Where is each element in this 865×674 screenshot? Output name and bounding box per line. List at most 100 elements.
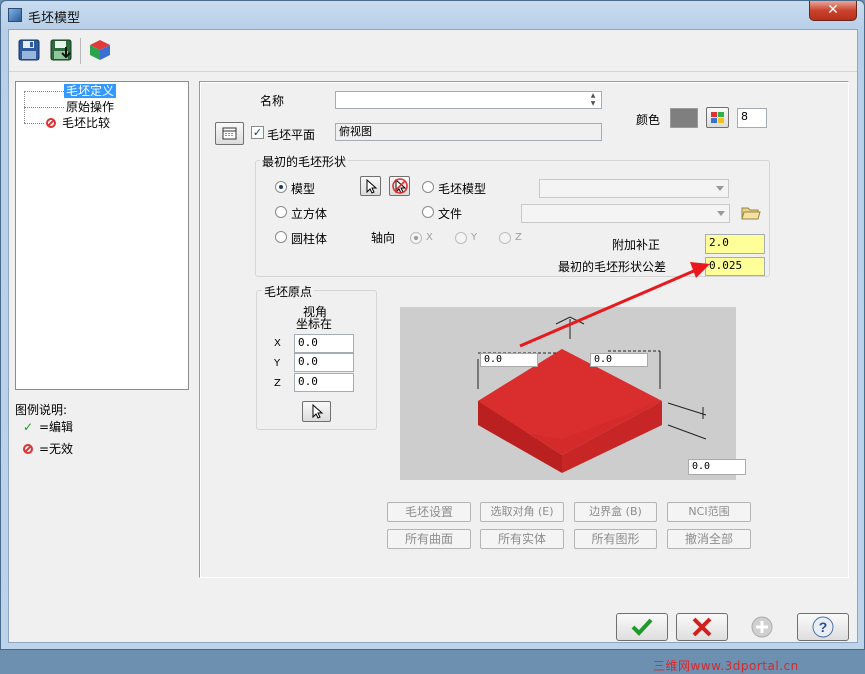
color-label: 颜色 (636, 113, 661, 127)
folder-open-icon[interactable] (740, 203, 762, 223)
grid-icon (222, 127, 237, 140)
file-dropdown[interactable] (521, 204, 730, 223)
radio-axis-y[interactable] (455, 232, 467, 244)
preview-dimension-c: 0.0 (688, 459, 746, 475)
help-icon: ? (812, 616, 834, 638)
radio-cylinder-label: 圆柱体 (291, 232, 328, 246)
ok-button[interactable] (616, 613, 668, 641)
axis-x-label: X (426, 232, 433, 243)
tree-item-label: 毛坯比较 (62, 116, 111, 130)
origin-z-label: Z (274, 378, 281, 389)
save-as-icon[interactable] (49, 38, 75, 64)
radio-cube-label: 立方体 (291, 207, 328, 221)
select-corners-button[interactable]: 选取对角 (E) (480, 502, 564, 522)
stock-plane-value: 俯视图 (335, 123, 602, 141)
stock-setup-panel: 名称 ▲ ▼ ✓ 毛坯平面 俯视图 颜色 8 最初的毛坯形状 模型 毛坯模型 立… (199, 81, 849, 578)
origin-y-input[interactable]: 0.0 (294, 353, 354, 372)
nci-range-button[interactable]: NCI范围 (667, 502, 751, 522)
annotation-arrow-icon (519, 262, 710, 348)
apply-button[interactable] (736, 613, 788, 641)
cursor-icon (312, 403, 324, 419)
color-swatch (670, 108, 698, 128)
all-surfaces-button[interactable]: 所有曲面 (387, 529, 471, 549)
invalid-icon (46, 118, 56, 128)
invalid-icon (23, 444, 33, 454)
view-manager-button[interactable] (215, 122, 244, 145)
chevron-down-icon (716, 186, 724, 191)
origin-x-label: X (274, 338, 281, 349)
cursor-cancel-icon (392, 178, 408, 194)
svg-text:?: ? (819, 619, 828, 635)
preview-dimension-a: 0.0 (480, 353, 538, 367)
legend-item-edit: ✓ =编辑 (23, 419, 73, 435)
help-button[interactable]: ? (797, 613, 849, 641)
tree-connector (24, 123, 44, 124)
checkmark-icon (631, 618, 653, 636)
page-tree: 毛坯定义 原始操作 毛坯比较 (15, 81, 189, 390)
preview-dimension-b: 0.0 (590, 353, 648, 367)
solid-block-icon[interactable] (88, 38, 114, 64)
stock-plane-label: 毛坯平面 (267, 128, 316, 142)
legend-label: =无效 (39, 442, 74, 456)
toolbar-separator (80, 38, 81, 64)
cancel-button[interactable] (676, 613, 728, 641)
stock-model-dropdown[interactable] (539, 179, 729, 198)
stock-setup-button[interactable]: 毛坯设置 (387, 502, 471, 522)
tree-item-stock-compare[interactable]: 毛坯比较 (46, 116, 110, 131)
tree-connector (24, 91, 64, 92)
toolbar (9, 30, 857, 72)
legend-label: =编辑 (39, 420, 74, 434)
name-label: 名称 (260, 94, 285, 108)
select-origin-button[interactable] (302, 401, 331, 422)
legend-title: 图例说明: (15, 403, 68, 417)
palette-icon (711, 112, 724, 123)
stock-origin-group-title: 毛坯原点 (262, 283, 315, 300)
save-icon[interactable] (17, 38, 43, 64)
all-geometry-button[interactable]: 所有图形 (574, 529, 657, 549)
select-entities-button[interactable] (360, 176, 381, 196)
check-icon: ✓ (23, 420, 34, 434)
close-button[interactable]: ✕ (809, 1, 857, 21)
dialog-client: 毛坯定义 原始操作 毛坯比较 图例说明: ✓ =编辑 =无效 名称 ▲ ▼ ✓ … (8, 29, 858, 673)
plus-icon (751, 616, 773, 638)
dialog-window: 毛坯模型 ✕ 毛坯定义 原始操作 毛坯比较 图例说明: ✓ =编辑 =无效 名称… (0, 0, 865, 673)
radio-axis-x[interactable] (410, 232, 422, 244)
axis-y-label: Y (471, 232, 478, 243)
window-title: 毛坯模型 (28, 11, 81, 26)
all-solids-button[interactable]: 所有实体 (480, 529, 564, 549)
radio-cylinder[interactable] (275, 231, 287, 243)
radio-stock-model-label: 毛坯模型 (438, 182, 487, 196)
title-bar[interactable]: 毛坯模型 ✕ (1, 1, 864, 29)
deselect-all-button[interactable]: 撤消全部 (667, 529, 751, 549)
radio-cube[interactable] (275, 206, 287, 218)
tree-item-label: 原始操作 (66, 100, 115, 114)
radio-model-label: 模型 (291, 182, 316, 196)
legend-item-invalid: =无效 (23, 441, 73, 457)
cursor-icon (366, 178, 378, 194)
color-picker-button[interactable] (706, 107, 729, 128)
origin-z-input[interactable]: 0.0 (294, 373, 354, 392)
x-icon (692, 617, 712, 637)
origin-x-input[interactable]: 0.0 (294, 334, 354, 353)
initial-shape-group-title: 最初的毛坯形状 (260, 153, 349, 170)
name-input[interactable] (335, 91, 602, 109)
radio-file[interactable] (422, 206, 434, 218)
tree-item-original-operations[interactable]: 原始操作 (66, 100, 114, 115)
radio-model[interactable] (275, 181, 287, 193)
tree-connector (24, 107, 64, 108)
color-number-input[interactable]: 8 (737, 108, 767, 128)
radio-file-label: 文件 (438, 207, 463, 221)
name-spin-icon[interactable]: ▲ ▼ (586, 92, 600, 108)
stock-plane-checkbox[interactable]: ✓ (251, 126, 264, 139)
watermark: 三维网www.3dportal.cn (653, 659, 799, 673)
bounding-box-button[interactable]: 边界盒 (B) (574, 502, 657, 522)
radio-stock-model[interactable] (422, 181, 434, 193)
coord-label: 坐标在 (296, 317, 333, 331)
tree-item-stock-definition[interactable]: 毛坯定义 (64, 84, 117, 99)
axis-label: 轴向 (371, 231, 396, 245)
chevron-down-icon (717, 211, 725, 216)
clear-selection-button[interactable] (389, 176, 410, 196)
app-icon (8, 8, 22, 22)
tree-item-label: 毛坯定义 (64, 84, 117, 98)
origin-y-label: Y (274, 358, 281, 369)
